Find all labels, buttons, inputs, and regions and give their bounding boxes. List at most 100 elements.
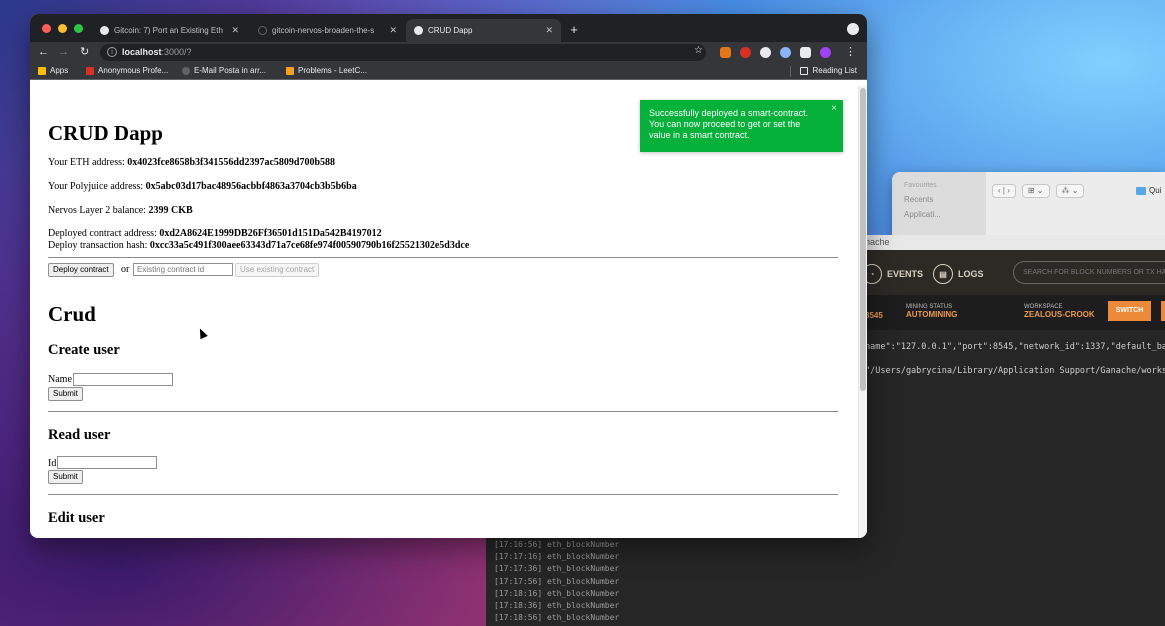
bookmarks-bar: Apps Anonymous Profe... E-Mail Posta in … xyxy=(30,63,867,80)
finder-folder[interactable]: Qui xyxy=(1136,186,1161,195)
log-line: [17:17:16] eth_blockNumber xyxy=(494,552,620,562)
new-tab-button[interactable]: + xyxy=(565,21,583,39)
bookmark-email[interactable]: E-Mail Posta in arr... xyxy=(182,66,266,75)
read-submit-button[interactable]: Submit xyxy=(48,470,83,484)
finder-view-button[interactable]: ⊞ ⌄ xyxy=(1021,184,1050,198)
extension-red-icon[interactable] xyxy=(740,47,751,58)
balance-label: Nervos Layer 2 balance: xyxy=(48,205,149,216)
bookmark-label: Problems - LeetC... xyxy=(298,66,367,75)
bookmark-globe-icon xyxy=(182,66,190,75)
address-bar[interactable]: i localhost:3000/? xyxy=(100,44,706,61)
existing-contract-id-input[interactable] xyxy=(133,263,233,276)
minimize-window-button[interactable] xyxy=(58,24,67,33)
vertical-scrollbar[interactable] xyxy=(858,86,867,538)
ganache-events-tab[interactable]: ◔ EVENTS xyxy=(862,264,923,284)
eth-address-value: 0x4023fce8658b3f341556dd2397ac5809d700b5… xyxy=(127,157,336,168)
page-viewport: CRUD Dapp Your ETH address: 0x4023fce865… xyxy=(30,86,867,538)
polyjuice-address-line: Your Polyjuice address: 0x5abc03d17bac48… xyxy=(48,181,357,192)
finder-toolbar: ‹ | › ⊞ ⌄ ⁂ ⌄ xyxy=(992,184,1085,198)
ganache-logs-tab[interactable]: ▤ LOGS xyxy=(933,264,984,284)
browser-toolbar: ← → ↻ i localhost:3000/? ☆ ⋮ xyxy=(30,42,867,63)
log-line: [17:18:56] eth_blockNumber xyxy=(494,613,620,623)
id-input[interactable] xyxy=(57,456,157,469)
extension-blue-icon[interactable] xyxy=(780,47,791,58)
balance-line: Nervos Layer 2 balance: 2399 CKB xyxy=(48,205,193,216)
log-line-path: "/Users/gabrycina/Library/Application Su… xyxy=(865,366,1165,376)
deploy-tx-value: 0xcc33a5c491f300aee63343d71a7ce68fe974f0… xyxy=(149,240,470,251)
profile-avatar[interactable] xyxy=(820,47,831,58)
ganache-port: 8545 xyxy=(865,311,883,320)
finder-group-button[interactable]: ⁂ ⌄ xyxy=(1055,184,1085,198)
reading-list-icon xyxy=(799,66,808,75)
crud-section-title: Crud xyxy=(48,302,96,326)
tab-label: gitcoin-nervos-broaden-the-s xyxy=(272,26,375,35)
reading-list-button[interactable]: Reading List xyxy=(799,66,857,75)
deploy-tx-line: Deploy transaction hash: 0xcc33a5c491f30… xyxy=(48,240,469,251)
log-lines: [17:16:56] eth_blockNumber [17:17:16] et… xyxy=(494,540,619,625)
ganache-logs-label: LOGS xyxy=(958,269,984,279)
bookmark-red-icon xyxy=(86,66,94,75)
kebab-menu-icon[interactable]: ⋮ xyxy=(845,45,856,60)
balance-value: 2399 CKB xyxy=(148,205,193,216)
folder-icon xyxy=(1136,186,1146,195)
scrollbar-thumb[interactable] xyxy=(860,88,866,391)
create-submit-button[interactable]: Submit xyxy=(48,387,83,401)
create-user-title: Create user xyxy=(48,342,120,358)
finder-window: Favourites Recents Applicati... ‹ | › ⊞ … xyxy=(892,172,1165,238)
tab-gitcoin[interactable]: Gitcoin: 7) Port an Existing Eth ✕ xyxy=(92,19,247,42)
tab-label: Gitcoin: 7) Port an Existing Eth xyxy=(114,26,223,35)
close-tab-icon[interactable]: ✕ xyxy=(545,25,553,36)
ganache-search-input[interactable]: SEARCH FOR BLOCK NUMBERS OR TX HA xyxy=(1013,261,1165,284)
tab-search-icon[interactable] xyxy=(847,23,859,35)
close-window-button[interactable] xyxy=(42,24,51,33)
finder-folder-label: Qui xyxy=(1149,186,1162,195)
eth-address-line: Your ETH address: 0x4023fce8658b3f341556… xyxy=(48,157,335,168)
log-line: [17:17:56] eth_blockNumber xyxy=(494,576,620,586)
tab-crud-dapp[interactable]: CRUD Dapp ✕ xyxy=(406,19,561,42)
finder-item-recents[interactable]: Recents xyxy=(904,195,974,204)
bookmark-star-icon[interactable]: ☆ xyxy=(694,45,703,56)
deploy-contract-button[interactable]: Deploy contract xyxy=(48,263,114,277)
github-icon xyxy=(258,26,267,35)
contract-address-value: 0xd2A8624E1999DB26Ff36501d151Da542B41970… xyxy=(159,228,382,239)
finder-back-forward[interactable]: ‹ | › xyxy=(992,184,1016,198)
finder-item-applications[interactable]: Applicati... xyxy=(904,210,974,219)
log-line: [17:17:36] eth_blockNumber xyxy=(494,564,620,574)
ganache-switch-button[interactable]: SWITCH xyxy=(1108,301,1151,321)
read-user-title: Read user xyxy=(48,427,111,443)
ganache-settings-button[interactable] xyxy=(1161,301,1165,321)
polyjuice-address-value: 0x5abc03d17bac48956acbbf4863a3704cb3b5b6… xyxy=(145,181,357,192)
finder-sidebar: Favourites Recents Applicati... xyxy=(892,172,986,238)
workspace-value: ZEALOUS-CROOK xyxy=(1024,310,1095,319)
bookmark-apps[interactable]: Apps xyxy=(38,66,68,75)
gitcoin-icon xyxy=(100,26,109,35)
polyjuice-address-label: Your Polyjuice address: xyxy=(48,181,146,192)
close-tab-icon[interactable]: ✕ xyxy=(231,25,239,36)
maximize-window-button[interactable] xyxy=(74,24,83,33)
logs-icon: ▤ xyxy=(933,264,953,284)
info-icon[interactable]: i xyxy=(107,47,117,57)
reading-list-label: Reading List xyxy=(812,66,857,75)
puzzle-icon[interactable] xyxy=(800,47,811,58)
bookmark-anonymous-profe[interactable]: Anonymous Profe... xyxy=(86,66,168,75)
name-input[interactable] xyxy=(73,373,173,386)
bookmark-leetcode[interactable]: Problems - LeetC... xyxy=(286,66,367,75)
ganache-mining-status: MINING STATUS AUTOMINING xyxy=(906,304,957,319)
ganache-workspace: WORKSPACE ZEALOUS-CROOK xyxy=(1024,304,1095,319)
metamask-icon[interactable] xyxy=(720,47,731,58)
forward-arrow-icon[interactable]: → xyxy=(58,45,69,60)
log-line: [17:16:56] eth_blockNumber xyxy=(494,540,620,549)
url-path: :3000/? xyxy=(161,47,192,57)
back-arrow-icon[interactable]: ← xyxy=(38,45,49,60)
mouse-cursor xyxy=(196,326,208,340)
tab-github[interactable]: gitcoin-nervos-broaden-the-s ✕ xyxy=(250,19,405,42)
close-tab-icon[interactable]: ✕ xyxy=(389,25,397,36)
extension-face-icon[interactable] xyxy=(760,47,771,58)
finder-section-label: Favourites xyxy=(904,182,937,189)
eth-address-label: Your ETH address: xyxy=(48,157,128,168)
use-existing-contract-button[interactable]: Use existing contract xyxy=(235,263,320,277)
reload-icon[interactable]: ↻ xyxy=(80,45,89,60)
close-icon[interactable]: × xyxy=(831,103,837,114)
window-controls xyxy=(42,24,83,33)
url-host: localhost xyxy=(122,47,162,57)
